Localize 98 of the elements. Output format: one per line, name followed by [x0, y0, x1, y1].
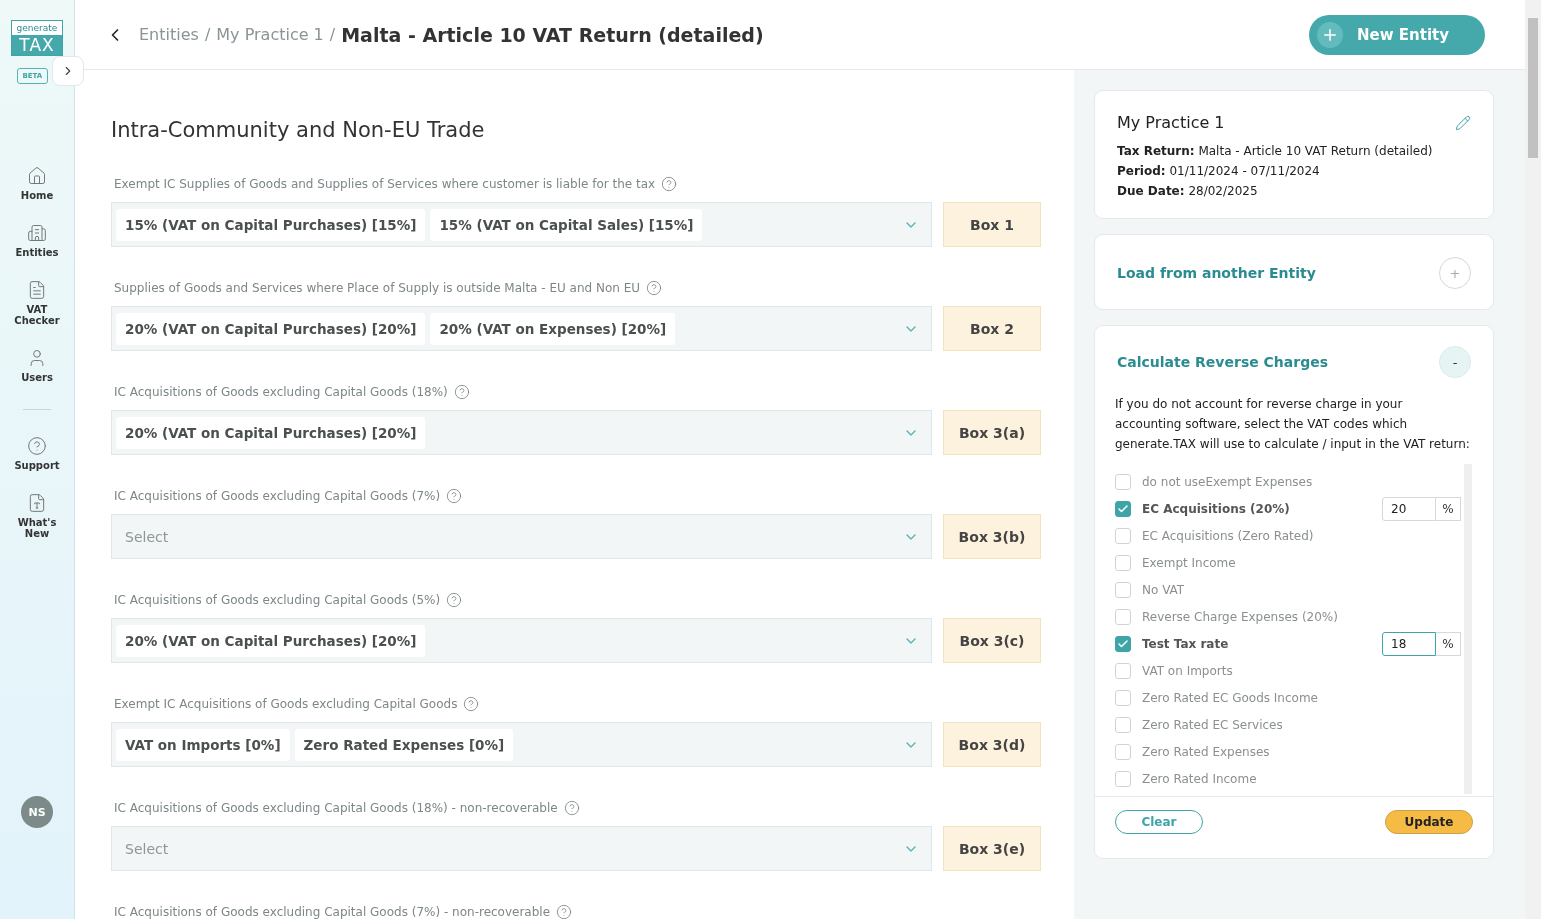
field-label: Exempt IC Acquisitions of Goods excluding Capital Goods — [114, 697, 458, 711]
selected-tag[interactable]: 20% (VAT on Capital Purchases) [20%] — [116, 416, 426, 449]
help-icon[interactable] — [661, 176, 678, 192]
box-label: Box 3(b) — [943, 514, 1041, 559]
support-icon — [27, 436, 47, 456]
expand-button[interactable] — [51, 56, 84, 86]
checkbox[interactable] — [1115, 689, 1131, 706]
check-icon — [1117, 502, 1129, 515]
code-label: EC Acquisitions (20%) — [1142, 501, 1290, 516]
home-icon — [27, 166, 47, 186]
field-label: Exempt IC Supplies of Goods and Supplies of Services where customer is liable for the tax — [114, 177, 656, 191]
edit-icon[interactable] — [1455, 114, 1471, 131]
multi-select[interactable]: 20% (VAT on Capital Purchases) [20%] — [111, 410, 932, 455]
checkbox[interactable] — [1115, 770, 1131, 787]
checkbox[interactable] — [1115, 608, 1131, 625]
entities-icon — [27, 223, 47, 243]
field-label: Supplies of Goods and Services where Place of Supply is outside Malta - EU and Non EU — [114, 281, 641, 295]
select-placeholder: Select — [124, 840, 169, 857]
selected-tag[interactable]: 20% (VAT on Expenses) [20%] — [430, 312, 676, 345]
checkbox[interactable] — [1115, 554, 1131, 571]
help-icon[interactable] — [446, 488, 463, 504]
nav-item[interactable]: Support — [7, 436, 67, 471]
checker-icon — [27, 280, 47, 300]
card-title: Calculate Reverse Charges — [1117, 354, 1329, 370]
plus-icon — [1317, 21, 1343, 48]
checkbox[interactable] — [1115, 662, 1131, 679]
code-label: do not useExempt Expenses — [1142, 474, 1313, 489]
card-title: Load from another Entity — [1117, 265, 1316, 281]
check-icon — [1117, 637, 1129, 650]
checkbox[interactable] — [1115, 473, 1131, 490]
code-label: Zero Rated Income — [1142, 771, 1257, 786]
box-label: Box 2 — [943, 306, 1041, 351]
nav-item[interactable]: Users — [7, 348, 67, 383]
selected-tag[interactable]: 20% (VAT on Capital Purchases) [20%] — [116, 312, 426, 345]
nav-item[interactable]: What's New — [7, 493, 67, 539]
multi-select[interactable]: 20% (VAT on Capital Purchases) [20%] 20% (VAT on Expenses) [20%] — [111, 306, 932, 351]
info-line: Tax Return: Malta - Article 10 VAT Return (detailed) — [1117, 144, 1434, 158]
toggle-button[interactable]: - — [1439, 346, 1471, 378]
code-label: Test Tax rate — [1142, 636, 1229, 651]
section-title: Intra-Community and Non-EU Trade — [111, 118, 486, 142]
checkbox[interactable] — [1115, 716, 1131, 733]
page-title: Malta - Article 10 VAT Return (detailed) — [341, 23, 764, 46]
multi-select[interactable]: VAT on Imports [0%] Zero Rated Expenses [0%] — [111, 722, 932, 767]
description: If you do not account for reverse charge in your accounting software, select the VAT codes which generate.TAX will use to calculate / input in the VAT return: — [1115, 396, 1471, 453]
checkbox[interactable] — [1115, 635, 1131, 652]
page-scrollbar[interactable] — [1525, 0, 1541, 919]
code-label: Zero Rated EC Goods Income — [1142, 690, 1318, 705]
user-avatar[interactable]: NS — [21, 796, 53, 828]
checkbox[interactable] — [1115, 581, 1131, 598]
help-icon[interactable] — [453, 384, 470, 400]
unit-label: % — [1436, 631, 1461, 656]
box-label: Box 3(a) — [943, 410, 1041, 455]
multi-select[interactable]: 20% (VAT on Capital Purchases) [20%] — [111, 618, 932, 663]
code-label: Zero Rated Expenses — [1142, 744, 1270, 759]
breadcrumb-separator: / — [329, 25, 336, 44]
code-label: No VAT — [1142, 582, 1185, 597]
nav-item[interactable]: Entities — [7, 223, 67, 258]
code-label: EC Acquisitions (Zero Rated) — [1142, 528, 1314, 543]
field-label: IC Acquisitions of Goods excluding Capital Goods (7%) - non-recoverable — [114, 905, 551, 919]
nav-item[interactable]: Home — [7, 166, 67, 201]
selected-tag[interactable]: Zero Rated Expenses [0%] — [294, 728, 514, 761]
field-label: IC Acquisitions of Goods excluding Capital Goods (18%) - non-recoverable — [114, 801, 558, 815]
unit-label: % — [1436, 496, 1461, 521]
box-label: Box 3(e) — [943, 826, 1041, 871]
code-label: VAT on Imports — [1142, 663, 1233, 678]
logo: generate TAX — [11, 20, 63, 56]
checkbox[interactable] — [1115, 527, 1131, 544]
breadcrumb-separator: / — [204, 25, 211, 44]
rate-input[interactable]: 18 — [1382, 631, 1436, 656]
field-label: IC Acquisitions of Goods excluding Capital Goods (5%) — [114, 593, 441, 607]
selected-tag[interactable]: VAT on Imports [0%] — [116, 728, 290, 761]
news-icon — [27, 493, 47, 513]
box-label: Box 1 — [943, 202, 1041, 247]
selected-tag[interactable]: 15% (VAT on Capital Sales) [15%] — [430, 208, 703, 241]
help-icon[interactable] — [646, 280, 663, 296]
checkbox[interactable] — [1115, 500, 1131, 517]
checkbox[interactable] — [1115, 743, 1131, 760]
help-icon[interactable] — [446, 592, 463, 608]
help-icon[interactable] — [563, 800, 580, 816]
box-label: Box 3(d) — [943, 722, 1041, 767]
code-label: Exempt Income — [1142, 555, 1236, 570]
selected-tag[interactable]: 20% (VAT on Capital Purchases) [20%] — [116, 624, 426, 657]
code-label: Zero Rated EC Services — [1142, 717, 1283, 732]
card-title: My Practice 1 — [1117, 113, 1225, 132]
nav-item[interactable]: VAT Checker — [7, 280, 67, 326]
update-button[interactable]: Update — [1385, 810, 1473, 834]
box-label: Box 3(c) — [943, 618, 1041, 663]
field-label: IC Acquisitions of Goods excluding Capital Goods (18%) — [114, 385, 448, 399]
code-label: Reverse Charge Expenses (20%) — [1142, 609, 1338, 624]
help-icon[interactable] — [463, 696, 480, 712]
help-icon[interactable] — [556, 904, 573, 919]
rate-input[interactable]: 20 — [1382, 496, 1436, 521]
select-placeholder: Select — [124, 528, 169, 545]
info-line: Due Date: 28/02/2025 — [1117, 184, 1259, 198]
info-line: Period: 01/11/2024 - 07/11/2024 — [1117, 164, 1321, 178]
multi-select[interactable]: 15% (VAT on Capital Purchases) [15%] 15% (VAT on Capital Sales) [15%] — [111, 202, 932, 247]
selected-tag[interactable]: 15% (VAT on Capital Purchases) [15%] — [116, 208, 426, 241]
field-label: IC Acquisitions of Goods excluding Capital Goods (7%) — [114, 489, 441, 503]
